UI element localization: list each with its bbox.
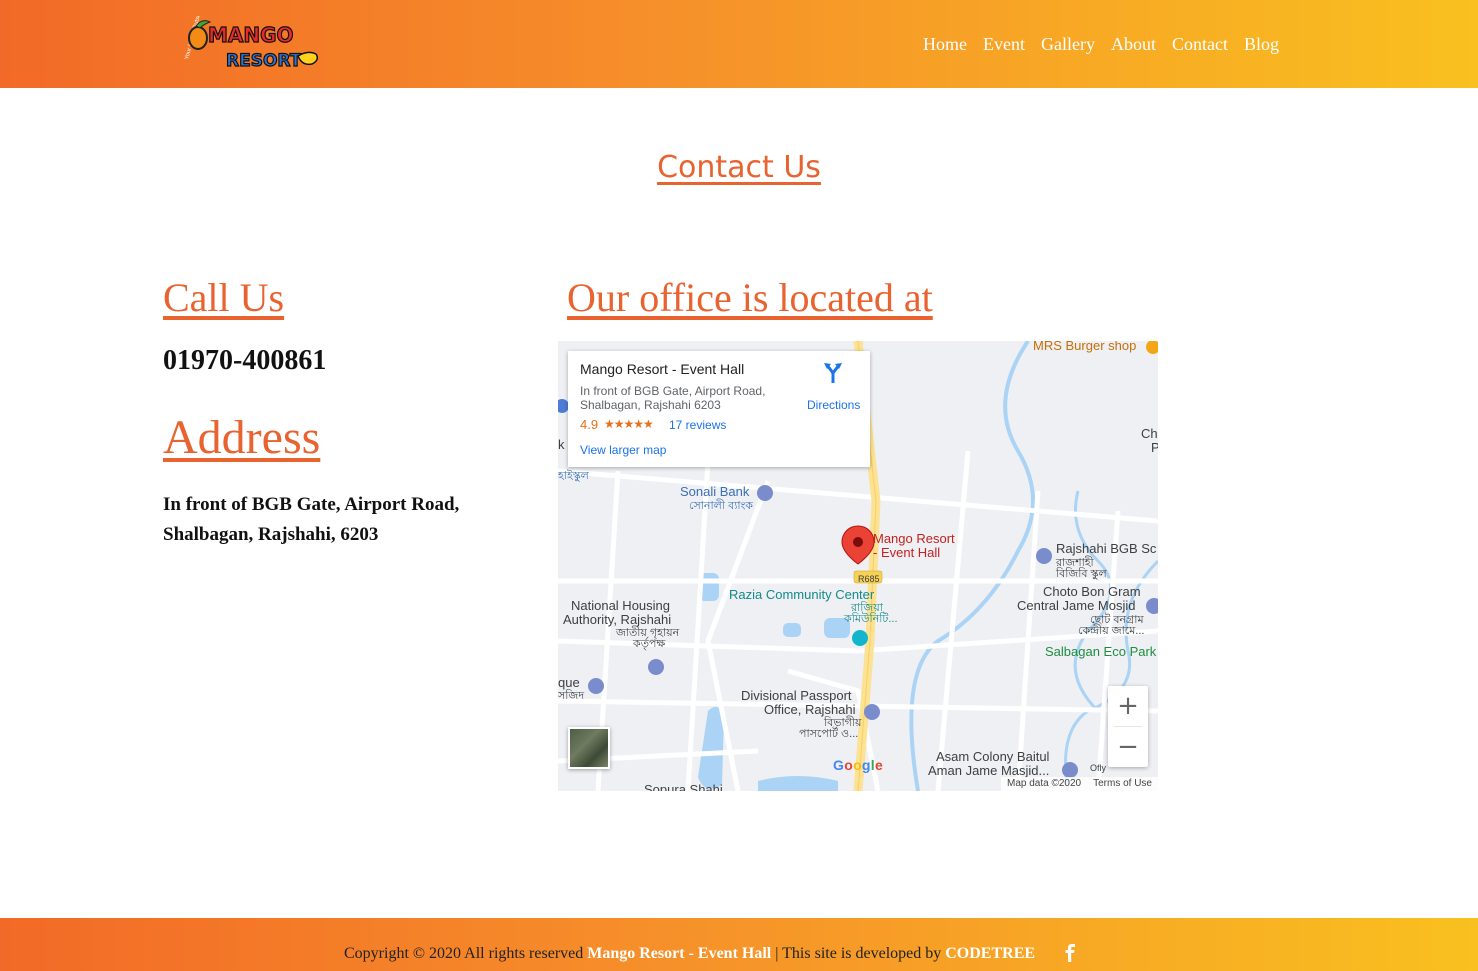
map-label-razia-bn-2: কমিউনিটি... [844,613,898,625]
facebook-icon[interactable] [1063,944,1077,962]
map-label-asam-1[interactable]: Asam Colony Baitul [936,750,1049,764]
place-address-line-1: In front of BGB Gate, Airport Road, [580,384,766,398]
address-line-1: In front of BGB Gate, Airport Road, [163,494,460,515]
nav-event[interactable]: Event [983,34,1025,55]
map-label-road: R685 [858,574,880,584]
map-data-text[interactable]: Map data ©2020 [1007,778,1081,790]
zoom-out-button[interactable]: − [1108,727,1148,767]
map-label-mrs-burger[interactable]: MRS Burger shop [1033,341,1136,353]
reviews-link[interactable]: 17 reviews [669,418,726,432]
main-nav: Home Event Gallery About Contact Blog [923,34,1279,55]
nav-about[interactable]: About [1111,34,1156,55]
map-label-ofly: Ofly [1090,763,1107,773]
google-map[interactable]: Mango Resort - Event Hall In front of BG… [558,341,1158,791]
site-header: Your Home Outside MANGO RESORT Home Even… [0,0,1478,88]
site-footer: Copyright © 2020 All rights reserved Man… [0,918,1478,971]
map-label-mango-pin-2[interactable]: - Event Hall [873,546,940,560]
map-label-sonali-bank-bn: সোনালী ব্যাংক [689,500,754,512]
copyright-text: Copyright © 2020 All rights reserved Man… [344,945,1035,963]
map-label-passport-2[interactable]: Office, Rajshahi [764,703,856,717]
map-label-chotobon-2[interactable]: Central Jame Mosjid [1017,599,1136,613]
map-label-nha-1[interactable]: National Housing [571,599,670,613]
map-label-mango-pin-1[interactable]: Mango Resort [873,532,955,546]
google-logo: Google [833,757,884,773]
map-label-que: que [558,675,580,690]
zoom-controls: + − [1108,686,1148,767]
copyright-middle: | This site is developed by [771,945,946,962]
directions-icon[interactable] [822,361,844,383]
office-heading: Our office is located at [567,275,933,320]
map-label-razia[interactable]: Razia Community Center [729,588,874,602]
map-label-sonali-bank[interactable]: Sonali Bank [680,485,749,499]
zoom-in-button[interactable]: + [1108,686,1148,726]
logo-word-mango: MANGO [208,23,294,47]
directions-link[interactable]: Directions [807,398,860,412]
map-label-p: P [1151,440,1158,455]
map-label-bgb-bn-2: বিজিবি স্কুল [1056,568,1107,580]
map-label-k: k [558,437,565,452]
map-label-passport-bn-2: পাসপোর্ট ও... [799,728,859,740]
nav-gallery[interactable]: Gallery [1041,34,1095,55]
place-rating: 4.9 [580,417,599,432]
map-label-bgb[interactable]: Rajshahi BGB Sc [1056,542,1156,556]
logo-word-resort: RESORT [226,51,302,71]
page-title: Contact Us [657,150,821,185]
star-icon: ★★★★★ [604,417,654,431]
map-attribution: Map data ©2020 Terms of Use [1001,777,1158,791]
mango-resort-logo[interactable]: Your Home Outside MANGO RESORT [180,16,338,72]
map-info-card: Mango Resort - Event Hall In front of BG… [568,351,870,467]
address-line-2: Shalbagan, Rajshahi, 6203 [163,524,379,545]
map-label-passport-1[interactable]: Divisional Passport [741,689,852,703]
satellite-toggle-button[interactable] [568,727,610,769]
place-address-line-2: Shalbagan, Rajshahi 6203 [580,398,721,412]
nav-blog[interactable]: Blog [1244,34,1279,55]
nav-contact[interactable]: Contact [1172,34,1228,55]
map-label-ch: Ch [1141,426,1158,441]
map-label-nha-bn-2: কর্তৃপক্ষ [633,638,666,650]
place-name: Mango Resort - Event Hall [580,361,745,377]
footer-brand: Mango Resort - Event Hall [587,945,772,962]
address-text: In front of BGB Gate, Airport Road, Shal… [163,490,523,550]
call-us-heading: Call Us [163,275,285,320]
copyright-prefix: Copyright © 2020 All rights reserved [344,945,588,962]
map-label-sopura: Sopura Shahi [644,782,723,792]
terms-link[interactable]: Terms of Use [1093,778,1152,790]
address-heading: Address [163,411,321,464]
map-label-chotobon-bn-2: কেন্দ্রীয় জামে... [1078,625,1145,637]
map-label-que-bn: সজিদ [558,690,585,702]
map-label-asam-2[interactable]: Aman Jame Masjid... [928,764,1049,778]
phone-number: 01970-400861 [163,345,327,376]
map-label-chotobon-1[interactable]: Choto Bon Gram [1043,585,1141,599]
developer-link[interactable]: CODETREE [945,945,1035,962]
map-label-bn-edge: হাইস্কুল [558,470,589,482]
nav-home[interactable]: Home [923,34,967,55]
map-label-salbagan[interactable]: Salbagan Eco Park [1045,645,1156,659]
map-label-nha-2[interactable]: Authority, Rajshahi [563,613,671,627]
place-address: In front of BGB Gate, Airport Road, Shal… [580,384,780,412]
page-title-wrap: Contact Us [0,150,1478,185]
view-larger-map-link[interactable]: View larger map [580,443,666,457]
